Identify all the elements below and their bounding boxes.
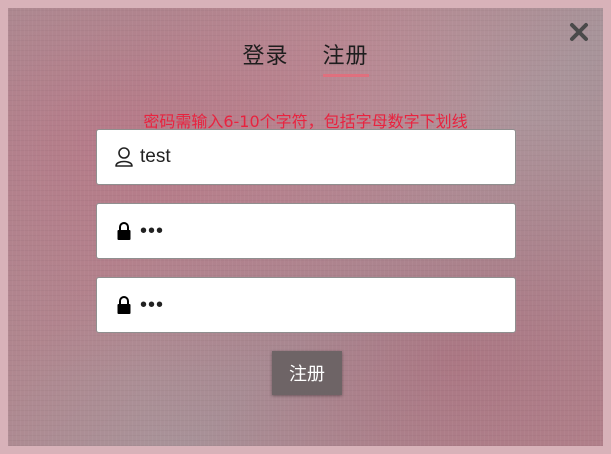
lock-icon: [114, 220, 134, 242]
tab-register[interactable]: 注册: [322, 38, 369, 77]
register-button[interactable]: 注册: [272, 351, 342, 395]
lock-icon: [114, 294, 134, 316]
confirm-password-input[interactable]: [140, 293, 515, 317]
username-input[interactable]: [140, 146, 515, 168]
register-dialog: 登录 注册 密码需输入6-10个字符，包括字母数字下划线 test 注册: [0, 0, 611, 454]
tab-login[interactable]: 登录: [242, 38, 288, 77]
password-field[interactable]: [96, 203, 516, 259]
confirm-password-field[interactable]: [96, 277, 516, 333]
username-field[interactable]: [96, 129, 516, 185]
password-input[interactable]: [140, 219, 515, 243]
auth-tabs: 登录 注册: [8, 38, 603, 77]
user-icon: [114, 146, 134, 168]
